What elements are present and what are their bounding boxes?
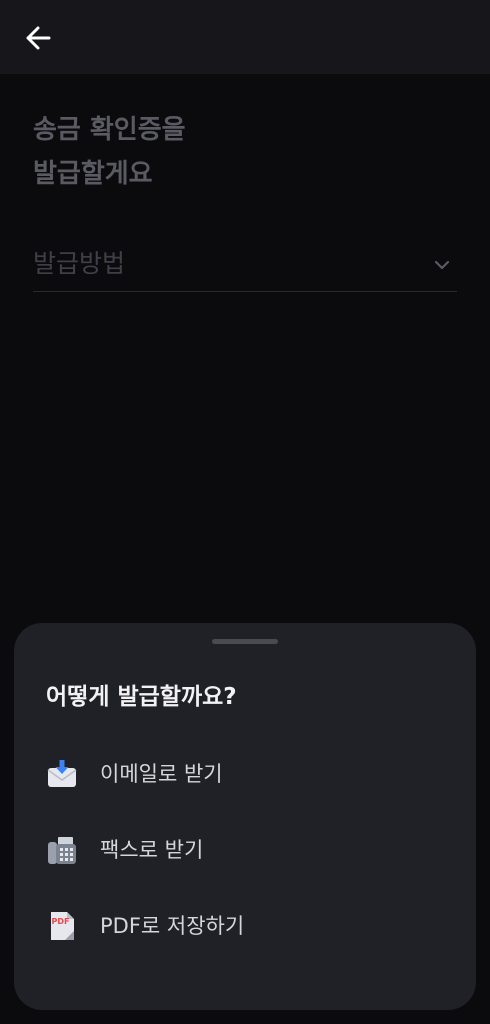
issue-method-placeholder: 발급방법 <box>33 249 126 278</box>
bottom-sheet: 어떻게 발급할까요? 이메일로 받기 팩스로 받기 PDF PDF로 저장하기 <box>14 623 476 1010</box>
sheet-drag-handle[interactable] <box>212 639 278 644</box>
option-fax[interactable]: 팩스로 받기 <box>34 821 456 879</box>
option-pdf[interactable]: PDF PDF로 저장하기 <box>34 897 456 955</box>
sheet-title: 어떻게 발급할까요? <box>46 684 237 710</box>
option-pdf-label: PDF로 저장하기 <box>100 914 245 938</box>
option-fax-label: 팩스로 받기 <box>100 838 204 862</box>
chevron-down-icon <box>434 260 450 270</box>
page-title-line2: 발급할게요 <box>33 159 153 189</box>
pdf-icon: PDF <box>46 910 78 942</box>
back-button[interactable] <box>18 18 58 58</box>
issue-method-select[interactable]: 발급방법 <box>33 240 457 292</box>
top-bar <box>0 0 490 74</box>
page-title: 송금 확인증을 발급할게요 <box>33 108 453 196</box>
screen: 송금 확인증을 발급할게요 발급방법 어떻게 발급할까요? 이메일로 받기 팩스… <box>0 0 490 1024</box>
option-email[interactable]: 이메일로 받기 <box>34 745 456 803</box>
email-icon <box>46 758 78 790</box>
arrow-left-icon <box>26 26 51 50</box>
option-email-label: 이메일로 받기 <box>100 762 223 786</box>
pdf-badge-text: PDF <box>52 917 70 926</box>
page-title-line1: 송금 확인증을 <box>33 115 186 145</box>
fax-icon <box>46 834 78 866</box>
